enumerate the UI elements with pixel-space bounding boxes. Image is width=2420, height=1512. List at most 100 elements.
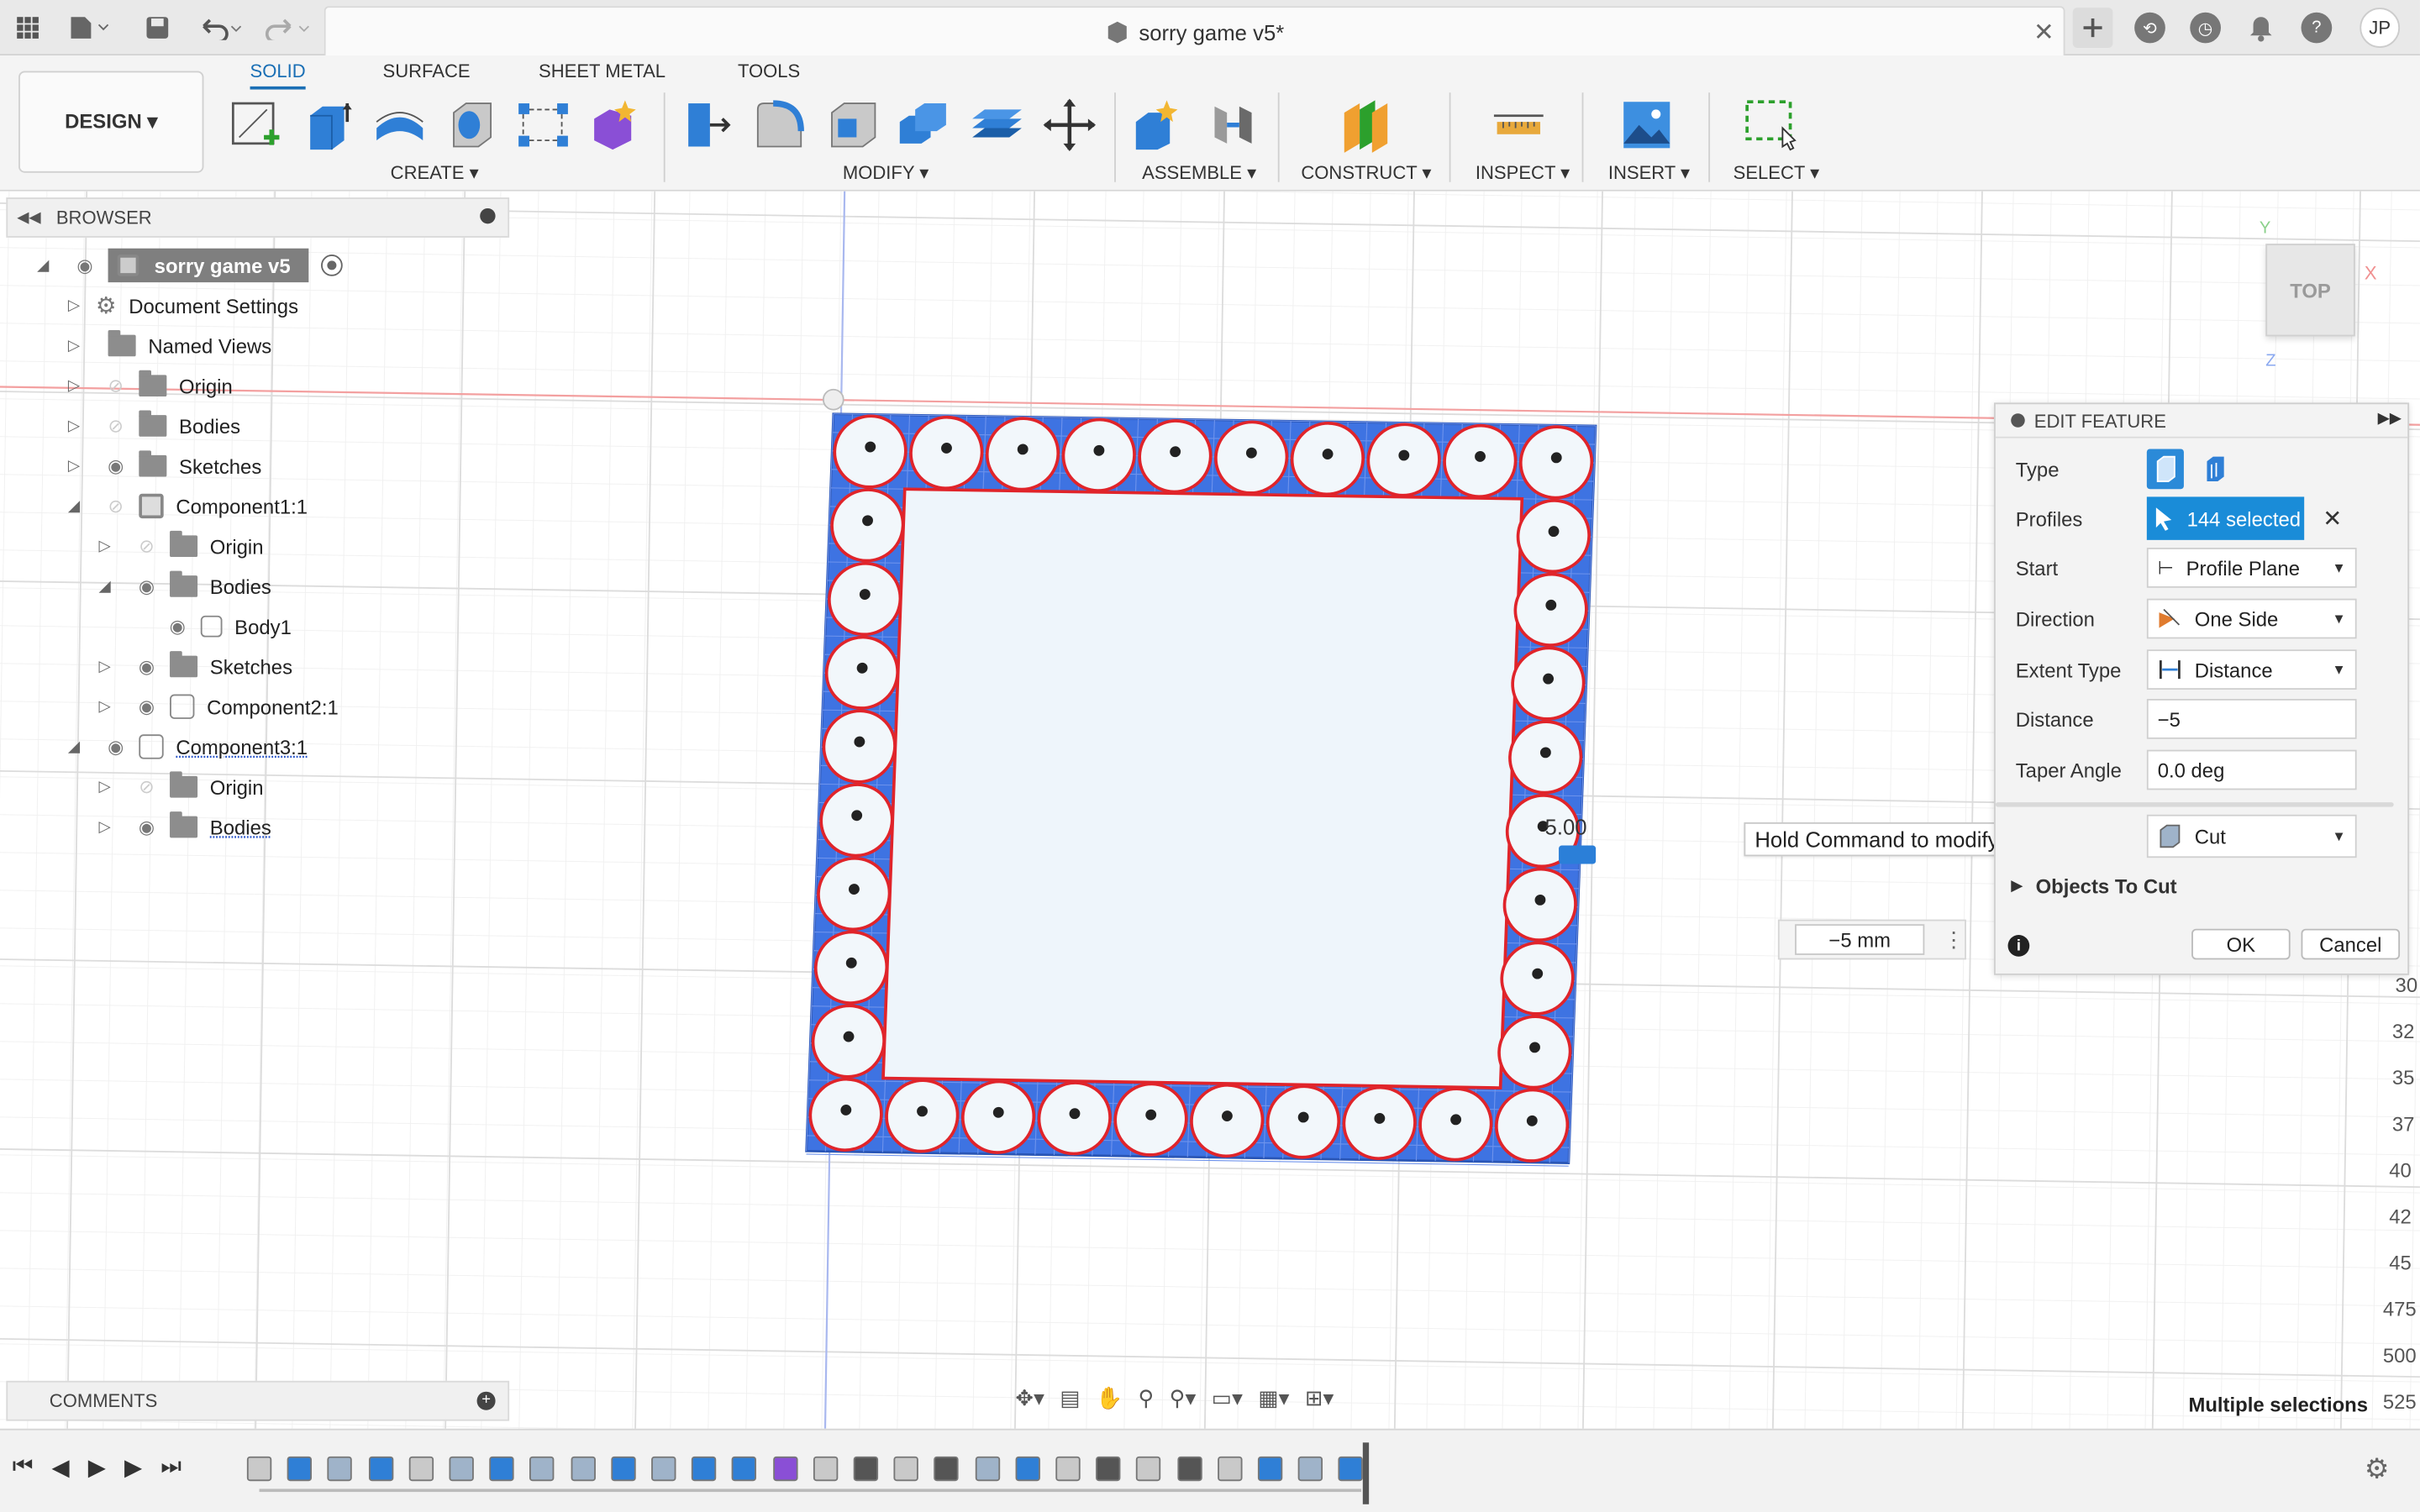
shell-icon[interactable] <box>824 96 883 155</box>
go-to-end-icon[interactable]: ⏭ <box>160 1453 182 1484</box>
expand-triangle-icon[interactable]: ▷ <box>99 779 111 795</box>
clear-selection-icon[interactable]: ✕ <box>2323 505 2342 532</box>
add-comment-icon[interactable]: + <box>476 1391 496 1410</box>
timeline-feature-icon[interactable] <box>975 1456 1000 1482</box>
tree-item-origin[interactable]: ▷ ⊘ Origin <box>68 367 233 404</box>
visibility-eye-icon[interactable]: ◉ <box>102 455 129 477</box>
visibility-eye-icon[interactable]: ◉ <box>133 575 160 597</box>
file-menu-icon[interactable] <box>65 9 114 46</box>
expand-triangle-icon[interactable]: ▷ <box>68 337 80 354</box>
timeline-feature-icon[interactable] <box>328 1456 353 1482</box>
hud-distance-input[interactable]: −5 mm <box>1795 924 1925 955</box>
insert-menu[interactable]: INSERT ▾ <box>1608 162 1690 184</box>
tree-root-row[interactable]: ◢ ◉ sorry game v5 <box>37 247 344 284</box>
zoom-icon[interactable]: ⚲ <box>1138 1384 1154 1410</box>
grid-settings-icon[interactable]: ▦▾ <box>1258 1384 1289 1410</box>
solid-type-button[interactable] <box>2146 449 2184 490</box>
tree-item-document-settings[interactable]: ▷ ⚙ Document Settings <box>68 287 298 324</box>
timeline-feature-icon[interactable] <box>772 1456 797 1482</box>
timeline-feature-icon[interactable] <box>732 1456 757 1482</box>
inspect-menu[interactable]: INSPECT ▾ <box>1476 162 1570 184</box>
go-to-start-icon[interactable]: ⏮ <box>13 1453 34 1484</box>
collapse-dialog-icon[interactable] <box>2011 413 2025 428</box>
job-status-icon[interactable]: ◷ <box>2188 9 2222 46</box>
collapse-panel-icon[interactable]: ◀◀ <box>17 209 40 226</box>
create-menu[interactable]: CREATE ▾ <box>391 162 479 184</box>
tab-surface[interactable]: SURFACE <box>383 60 471 82</box>
direction-dropdown[interactable]: One Side ▼ <box>2146 598 2357 639</box>
visibility-eye-icon[interactable]: ◉ <box>71 255 98 276</box>
expand-triangle-icon[interactable]: ▷ <box>68 458 80 475</box>
start-dropdown[interactable]: ⊢ Profile Plane ▼ <box>2146 548 2357 588</box>
display-settings-icon[interactable]: ▭▾ <box>1212 1384 1243 1410</box>
pan-hand-icon[interactable]: ✋ <box>1096 1384 1123 1410</box>
close-tab-icon[interactable]: ✕ <box>2033 17 2054 48</box>
timeline-feature-icon[interactable] <box>1055 1456 1081 1482</box>
assemble-menu[interactable]: ASSEMBLE ▾ <box>1142 162 1256 184</box>
timeline-feature-icon[interactable] <box>1339 1456 1364 1482</box>
visibility-eye-icon[interactable]: ◉ <box>133 696 160 717</box>
timeline-feature-icon[interactable] <box>1136 1456 1161 1482</box>
timeline-feature-icon[interactable] <box>287 1456 313 1482</box>
timeline-feature-icon[interactable] <box>570 1456 596 1482</box>
cancel-button[interactable]: Cancel <box>2301 928 2401 960</box>
move-copy-icon[interactable] <box>1040 96 1099 155</box>
workspace-switcher-button[interactable]: DESIGN ▾ <box>18 71 204 173</box>
timeline-feature-icon[interactable] <box>489 1456 514 1482</box>
timeline-feature-icon[interactable] <box>1217 1456 1243 1482</box>
collapse-triangle-icon[interactable]: ◢ <box>68 497 80 514</box>
tree-item-c3-origin[interactable]: ▷ ⊘ Origin <box>99 769 264 806</box>
visibility-eye-icon[interactable]: ◉ <box>133 816 160 838</box>
timeline-feature-icon[interactable] <box>893 1456 919 1482</box>
tree-item-c3-bodies[interactable]: ▷ ◉ Bodies <box>99 808 271 845</box>
expand-triangle-icon[interactable]: ▷ <box>99 658 111 675</box>
inner-profile[interactable] <box>881 487 1524 1089</box>
hidden-eye-icon[interactable]: ⊘ <box>133 535 160 557</box>
modify-menu[interactable]: MODIFY ▾ <box>843 162 929 184</box>
revolve-icon[interactable] <box>371 96 429 155</box>
visibility-eye-icon[interactable]: ◉ <box>102 736 129 758</box>
step-forward-icon[interactable]: ▶︎ <box>124 1453 142 1484</box>
timeline-feature-icon[interactable] <box>934 1456 960 1482</box>
new-component-icon[interactable] <box>1128 96 1187 155</box>
tab-sheet-metal[interactable]: SHEET METAL <box>539 60 666 82</box>
distance-input[interactable]: −5 <box>2146 699 2357 739</box>
pin-panel-icon[interactable] <box>480 207 496 224</box>
timeline-feature-icon[interactable] <box>853 1456 879 1482</box>
operation-dropdown[interactable]: Cut ▼ <box>2146 814 2357 858</box>
timeline-feature-icon[interactable] <box>1015 1456 1040 1482</box>
expand-triangle-icon[interactable]: ▷ <box>68 417 80 434</box>
offset-plane-icon[interactable] <box>1337 96 1396 155</box>
document-tab[interactable]: sorry game v5* ✕ <box>324 6 2065 56</box>
extent-type-dropdown[interactable]: Distance ▼ <box>2146 649 2357 690</box>
tree-item-body1[interactable]: ◉ Body1 <box>160 608 292 645</box>
tab-tools[interactable]: TOOLS <box>738 60 800 82</box>
timeline-feature-icon[interactable] <box>368 1456 393 1482</box>
tree-item-c1-sketches[interactable]: ▷ ◉ Sketches <box>99 648 292 685</box>
construct-menu[interactable]: CONSTRUCT ▾ <box>1301 162 1431 184</box>
timeline-feature-icon[interactable] <box>1096 1456 1121 1482</box>
timeline-feature-icon[interactable] <box>246 1456 272 1482</box>
timeline-settings-gear-icon[interactable]: ⚙ <box>2365 1453 2390 1486</box>
objects-to-cut-row[interactable]: ▶ Objects To Cut <box>1996 863 2411 909</box>
viewports-icon[interactable]: ⊞▾ <box>1305 1384 1334 1410</box>
expand-triangle-icon[interactable]: ▷ <box>99 818 111 835</box>
timeline-marker[interactable] <box>1362 1442 1370 1504</box>
expand-triangle-icon[interactable]: ▷ <box>99 538 111 554</box>
comments-panel-header[interactable]: COMMENTS + <box>6 1380 510 1421</box>
tree-item-c1-origin[interactable]: ▷ ⊘ Origin <box>99 528 264 564</box>
step-back-icon[interactable]: ◀︎ <box>52 1453 70 1484</box>
help-icon[interactable]: ? <box>2300 9 2333 46</box>
timeline-feature-icon[interactable] <box>813 1456 838 1482</box>
play-icon[interactable]: ▶︎ <box>88 1453 106 1484</box>
create-sketch-icon[interactable] <box>225 96 284 155</box>
visibility-eye-icon[interactable]: ◉ <box>133 656 160 678</box>
hole-icon[interactable] <box>443 96 502 155</box>
visibility-eye-icon[interactable]: ◉ <box>164 616 192 638</box>
create-form-icon[interactable] <box>587 96 645 155</box>
taper-angle-input[interactable]: 0.0 deg <box>2146 749 2357 790</box>
hidden-eye-icon[interactable]: ⊘ <box>133 776 160 798</box>
window-select-icon[interactable] <box>1741 96 1800 155</box>
expand-triangle-icon[interactable]: ▷ <box>99 698 111 715</box>
timeline-feature-icon[interactable] <box>692 1456 717 1482</box>
